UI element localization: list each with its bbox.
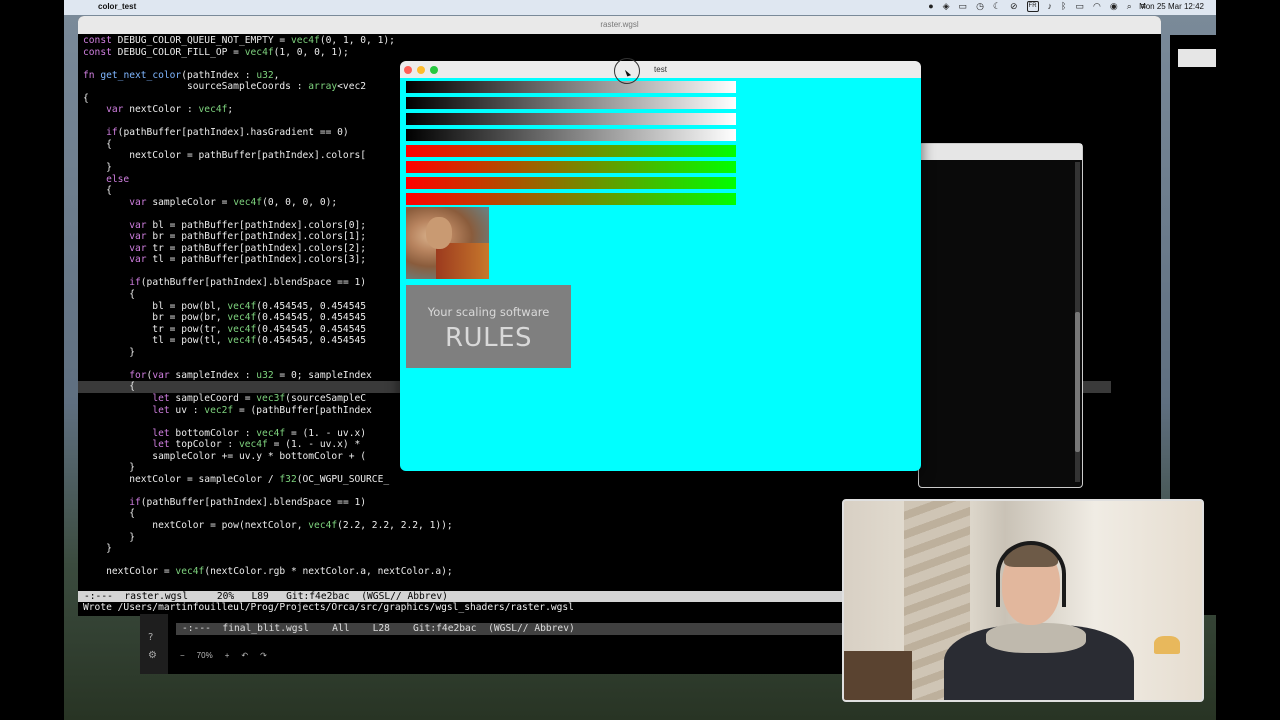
rules-headline: RULES — [444, 323, 532, 353]
undo-icon[interactable]: ↶ — [241, 651, 248, 660]
battery-icon[interactable]: ▭ — [1075, 1, 1084, 12]
zoom-in-button[interactable]: + — [225, 651, 230, 660]
presenter — [936, 537, 1136, 700]
scrollbar[interactable] — [1075, 162, 1080, 482]
gradient-bar — [406, 161, 736, 173]
scrollbar-thumb[interactable] — [1075, 312, 1080, 452]
rules-image: Your scaling software RULES — [406, 285, 571, 368]
emacs-window-title: raster.wgsl — [600, 20, 639, 29]
minimize-button[interactable] — [417, 66, 425, 74]
wifi-icon[interactable]: ◠ — [1093, 1, 1101, 12]
headset — [996, 541, 1066, 607]
rules-subtitle: Your scaling software — [427, 305, 550, 319]
gradient-bar — [406, 129, 736, 141]
zoom-out-button[interactable]: − — [180, 651, 185, 660]
input-source-icon[interactable]: FR — [1026, 1, 1039, 12]
settings-icon[interactable]: ⚙ — [148, 650, 157, 661]
test-window-titlebar[interactable]: test — [400, 61, 921, 78]
gradient-bar — [406, 145, 736, 157]
render-canvas[interactable]: Your scaling software RULES — [400, 78, 921, 471]
nav-icon[interactable]: ⊘ — [1010, 1, 1018, 12]
screen: color_test ● ◈ ▭ ◷ ☾ ⊘ FR ♪ ᛒ ▭ ◠ ◉ ⌕ ≡ … — [0, 0, 1280, 720]
webcam-overlay — [842, 499, 1204, 702]
record-icon[interactable]: ● — [928, 1, 933, 12]
moon-icon[interactable]: ☾ — [993, 1, 1001, 12]
status-tray: ● ◈ ▭ ◷ ☾ ⊘ FR ♪ ᛒ ▭ ◠ ◉ ⌕ ≡ — [928, 1, 1146, 12]
gradient-bar — [406, 113, 736, 125]
redo-icon[interactable]: ↷ — [260, 651, 267, 660]
help-icon[interactable]: ? — [148, 632, 153, 643]
display-icon[interactable]: ▭ — [959, 1, 968, 12]
gradient-bar — [406, 193, 736, 205]
bluetooth-icon[interactable]: ᛒ — [1061, 1, 1066, 12]
code-line[interactable]: const DEBUG_COLOR_QUEUE_NOT_EMPTY = vec4… — [83, 35, 1143, 47]
menu-clock[interactable]: Mon 25 Mar 12:42 — [1139, 2, 1204, 11]
gradient-bar — [406, 177, 736, 189]
music-icon[interactable]: ♪ — [1048, 1, 1053, 12]
tool-sidebar: ? ⚙ — [140, 614, 168, 674]
gradient-bar — [406, 81, 736, 93]
timer-icon[interactable]: ◷ — [976, 1, 984, 12]
shield-icon[interactable]: ◈ — [943, 1, 950, 12]
code-line[interactable]: const DEBUG_COLOR_FILL_OP = vec4f(1, 0, … — [83, 47, 1143, 59]
test-window[interactable]: test Your scaling software RULES — [400, 61, 921, 471]
portrait-image — [406, 207, 489, 279]
zoom-level: 70% — [196, 650, 213, 660]
background-dark-window[interactable] — [918, 143, 1083, 488]
search-icon[interactable]: ⌕ — [1127, 1, 1132, 12]
test-window-title: test — [654, 65, 667, 74]
zoom-controls: − 70% + ↶ ↷ — [168, 646, 368, 664]
menu-bar: color_test ● ◈ ▭ ◷ ☾ ⊘ FR ♪ ᛒ ▭ ◠ ◉ ⌕ ≡ … — [64, 0, 1216, 15]
gradient-bar — [406, 97, 736, 109]
close-button[interactable] — [404, 66, 412, 74]
background-window-titlebar[interactable] — [919, 144, 1082, 160]
emacs-titlebar[interactable]: raster.wgsl — [78, 16, 1161, 34]
app-name[interactable]: color_test — [98, 2, 136, 11]
zoom-button[interactable] — [430, 66, 438, 74]
user-icon[interactable]: ◉ — [1110, 1, 1118, 12]
